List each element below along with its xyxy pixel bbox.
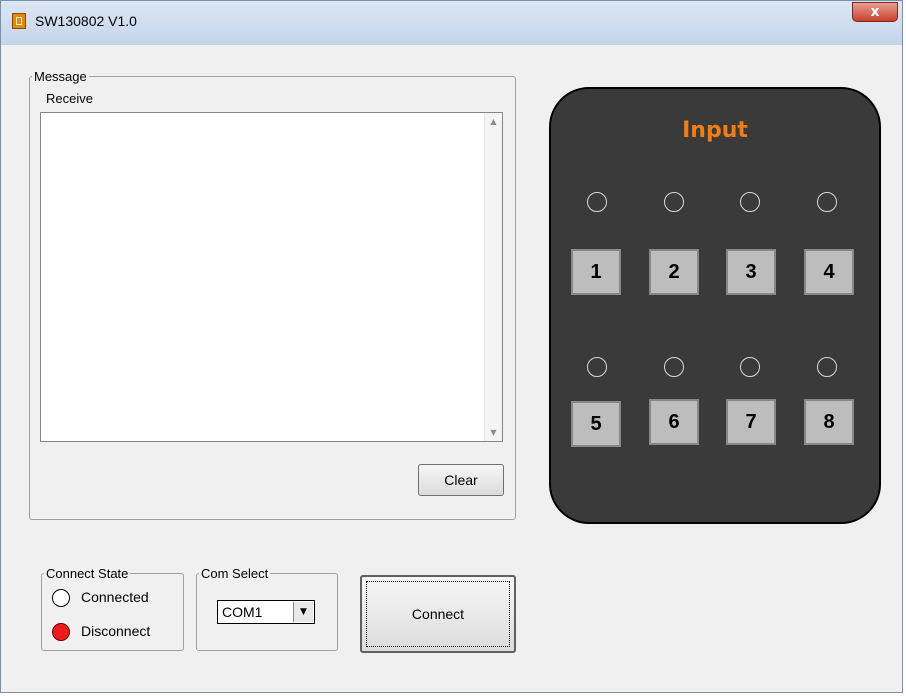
chevron-down-icon[interactable]: ▼ (293, 602, 313, 622)
window-title: SW130802 V1.0 (35, 13, 137, 29)
message-group-label: Message (34, 69, 87, 84)
input-led-4 (817, 192, 837, 212)
input-button-6[interactable]: 6 (649, 399, 699, 445)
input-title: Input (682, 118, 748, 143)
disconnect-indicator (52, 623, 70, 641)
receive-label: Receive (46, 91, 93, 106)
connected-indicator (52, 589, 70, 607)
title-bar: SW130802 V1.0 x (1, 1, 902, 45)
input-button-7[interactable]: 7 (726, 399, 776, 445)
disconnect-label: Disconnect (81, 623, 151, 639)
com-select-value: COM1 (222, 604, 263, 620)
input-led-1 (587, 192, 607, 212)
input-led-7 (740, 357, 760, 377)
input-led-5 (587, 357, 607, 377)
input-led-8 (817, 357, 837, 377)
input-led-6 (664, 357, 684, 377)
input-button-2[interactable]: 2 (649, 249, 699, 295)
connect-state-group-label: Connect State (46, 566, 129, 581)
clear-button[interactable]: Clear (418, 464, 504, 496)
connected-label: Connected (81, 589, 149, 605)
connect-button[interactable]: Connect (360, 575, 516, 653)
connect-button-label: Connect (411, 606, 465, 622)
scroll-up-icon[interactable]: ▲ (485, 113, 502, 130)
close-button[interactable]: x (852, 2, 898, 22)
input-button-3[interactable]: 3 (726, 249, 776, 295)
receive-scrollbar[interactable]: ▲ ▼ (484, 113, 502, 441)
input-button-1[interactable]: 1 (571, 249, 621, 295)
receive-textarea[interactable]: ▲ ▼ (40, 112, 503, 442)
app-icon (12, 13, 26, 29)
scroll-down-icon[interactable]: ▼ (485, 424, 502, 441)
input-led-2 (664, 192, 684, 212)
input-button-5[interactable]: 5 (571, 401, 621, 447)
input-panel: Input 1 2 3 4 5 6 7 8 (549, 87, 881, 524)
com-select-group-label: Com Select (201, 566, 269, 581)
input-led-3 (740, 192, 760, 212)
input-button-4[interactable]: 4 (804, 249, 854, 295)
com-select-dropdown[interactable]: COM1 ▼ (217, 600, 315, 624)
input-button-8[interactable]: 8 (804, 399, 854, 445)
